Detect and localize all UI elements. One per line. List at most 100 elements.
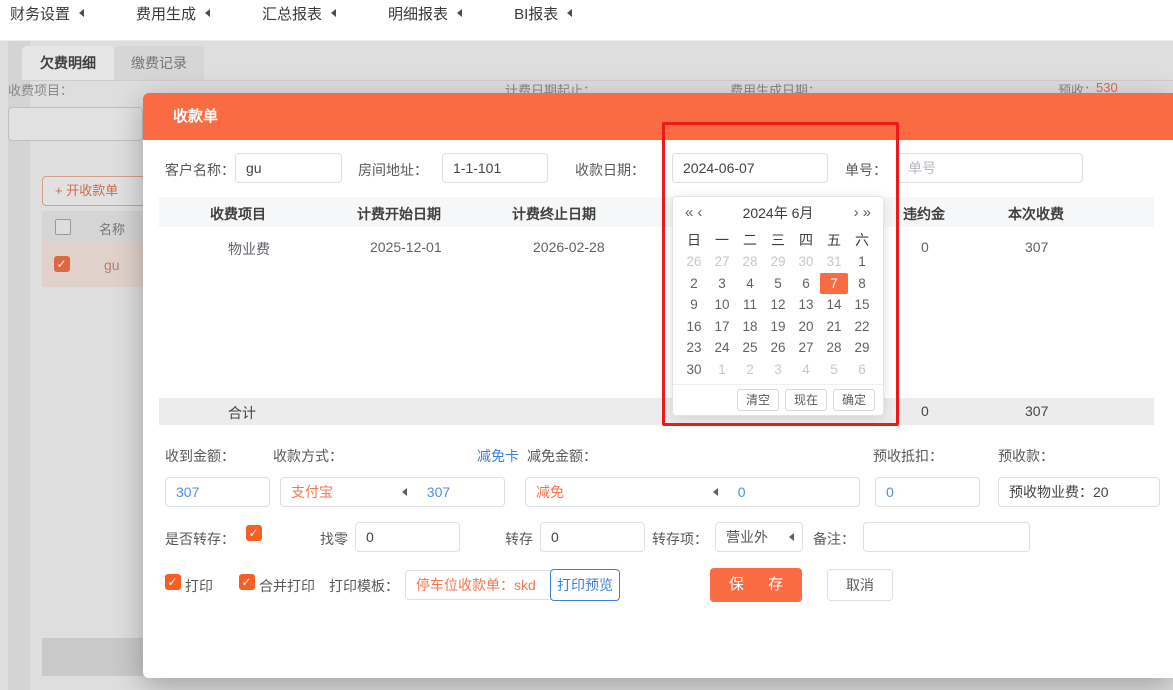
- prev-month-button[interactable]: ‹: [695, 198, 704, 228]
- calendar-footer-button[interactable]: 清空: [737, 389, 779, 411]
- calendar-day[interactable]: 8: [848, 273, 876, 295]
- customer-name-input[interactable]: [235, 153, 342, 183]
- transfer-input[interactable]: [540, 522, 645, 552]
- calendar-day[interactable]: 2: [736, 359, 764, 381]
- calendar-day[interactable]: 7: [820, 273, 848, 295]
- calendar-day[interactable]: 27: [708, 251, 736, 273]
- modal-header: 收款单: [143, 93, 1173, 140]
- calendar-month-title: 2024年 6月: [704, 203, 851, 223]
- calendar-day[interactable]: 21: [820, 316, 848, 338]
- is-transfer-checkbox[interactable]: [246, 525, 262, 541]
- collapse-caret-icon: [457, 9, 462, 17]
- calendar-day[interactable]: 5: [764, 273, 792, 295]
- calendar-day[interactable]: 30: [792, 251, 820, 273]
- transfer-item-select[interactable]: 营业外: [715, 522, 803, 552]
- nav-menu-item[interactable]: 费用生成: [136, 0, 210, 26]
- calendar-day[interactable]: 12: [764, 294, 792, 316]
- calendar-day[interactable]: 28: [736, 251, 764, 273]
- calendar-day[interactable]: 26: [680, 251, 708, 273]
- calendar-day[interactable]: 24: [708, 337, 736, 359]
- calendar-day[interactable]: 23: [680, 337, 708, 359]
- nav-menu-item[interactable]: 财务设置: [10, 0, 84, 26]
- calendar-day[interactable]: 25: [736, 337, 764, 359]
- nav-menu-item[interactable]: 汇总报表: [262, 0, 336, 26]
- bill-number-input[interactable]: [897, 153, 1083, 183]
- print-template-select[interactable]: 停车位收款单：skd: [405, 570, 568, 600]
- calendar-day[interactable]: 15: [848, 294, 876, 316]
- calendar-day[interactable]: 27: [792, 337, 820, 359]
- calendar-day[interactable]: 17: [708, 316, 736, 338]
- calendar-footer-button[interactable]: 确定: [833, 389, 875, 411]
- calendar-day[interactable]: 6: [792, 273, 820, 295]
- customer-name-label: 客户名称：: [165, 160, 235, 180]
- table-header-band: [159, 197, 1154, 227]
- discount-amount-label: 减免金额：: [527, 446, 597, 466]
- total-label: 合计: [228, 403, 256, 423]
- calendar-day[interactable]: 2: [680, 273, 708, 295]
- received-amount-input[interactable]: [165, 477, 270, 507]
- calendar-day[interactable]: 3: [764, 359, 792, 381]
- calendar-day[interactable]: 6: [848, 359, 876, 381]
- prepaid-deduct-input[interactable]: [875, 477, 980, 507]
- calendar-day[interactable]: 4: [736, 273, 764, 295]
- weekday-label: 一: [708, 229, 736, 251]
- change-input[interactable]: [355, 522, 460, 552]
- discount-select[interactable]: 减免: [526, 482, 726, 502]
- collapse-caret-icon: [331, 9, 336, 17]
- calendar-day[interactable]: 1: [848, 251, 876, 273]
- discount-combo[interactable]: 减免 0: [525, 477, 860, 507]
- room-address-label: 房间地址：: [358, 160, 428, 180]
- select-caret-icon: [713, 488, 718, 496]
- received-amount-label: 收到金额：: [165, 446, 235, 466]
- nav-menu-label: 费用生成: [136, 3, 196, 24]
- receipt-modal: 收款单 客户名称： 房间地址： 收款日期： 单号： 收费项目 计费开始日期 计费…: [143, 93, 1173, 678]
- calendar-day[interactable]: 26: [764, 337, 792, 359]
- calendar-day[interactable]: 3: [708, 273, 736, 295]
- calendar-day[interactable]: 31: [820, 251, 848, 273]
- calendar-day[interactable]: 16: [680, 316, 708, 338]
- calendar-day[interactable]: 4: [792, 359, 820, 381]
- transfer-label: 转存: [505, 529, 533, 549]
- collapse-caret-icon: [79, 9, 84, 17]
- calendar-day[interactable]: 5: [820, 359, 848, 381]
- calendar-day[interactable]: 29: [764, 251, 792, 273]
- receipt-date-input[interactable]: [672, 153, 828, 183]
- nav-menu-label: 汇总报表: [262, 3, 322, 24]
- weekday-label: 六: [848, 229, 876, 251]
- calendar-day[interactable]: 28: [820, 337, 848, 359]
- calendar-day[interactable]: 9: [680, 294, 708, 316]
- calendar-day[interactable]: 13: [792, 294, 820, 316]
- print-checkbox[interactable]: [165, 574, 181, 590]
- nav-menu-item[interactable]: 明细报表: [388, 0, 462, 26]
- prepaid-input[interactable]: [998, 477, 1160, 507]
- print-preview-button[interactable]: 打印预览: [550, 569, 620, 601]
- next-year-button[interactable]: »: [861, 198, 873, 228]
- next-month-button[interactable]: ›: [852, 198, 861, 228]
- calendar-day[interactable]: 30: [680, 359, 708, 381]
- cancel-button[interactable]: 取消: [827, 569, 893, 601]
- nav-menu-item[interactable]: BI报表: [514, 0, 572, 26]
- change-label: 找零: [320, 529, 348, 549]
- payment-method-combo[interactable]: 支付宝 307: [280, 477, 505, 507]
- calendar-day[interactable]: 29: [848, 337, 876, 359]
- calendar-day[interactable]: 1: [708, 359, 736, 381]
- calendar-day[interactable]: 11: [736, 294, 764, 316]
- calendar-day[interactable]: 22: [848, 316, 876, 338]
- save-button[interactable]: 保 存: [710, 568, 802, 602]
- payment-method-amount: 307: [415, 484, 450, 500]
- calendar-day[interactable]: 20: [792, 316, 820, 338]
- payment-method-select[interactable]: 支付宝: [281, 482, 415, 502]
- discount-card-link[interactable]: 减免卡: [477, 446, 519, 466]
- calendar-footer: 清空现在确定: [673, 384, 883, 415]
- room-address-input[interactable]: [442, 153, 548, 183]
- payment-method-value: 支付宝: [291, 482, 333, 502]
- calendar-day[interactable]: 19: [764, 316, 792, 338]
- calendar-footer-button[interactable]: 现在: [785, 389, 827, 411]
- calendar-day[interactable]: 14: [820, 294, 848, 316]
- calendar-day[interactable]: 10: [708, 294, 736, 316]
- merge-print-checkbox[interactable]: [239, 574, 255, 590]
- remark-input[interactable]: [863, 522, 1030, 552]
- prev-year-button[interactable]: «: [683, 198, 695, 228]
- calendar-day[interactable]: 18: [736, 316, 764, 338]
- collapse-caret-icon: [567, 9, 572, 17]
